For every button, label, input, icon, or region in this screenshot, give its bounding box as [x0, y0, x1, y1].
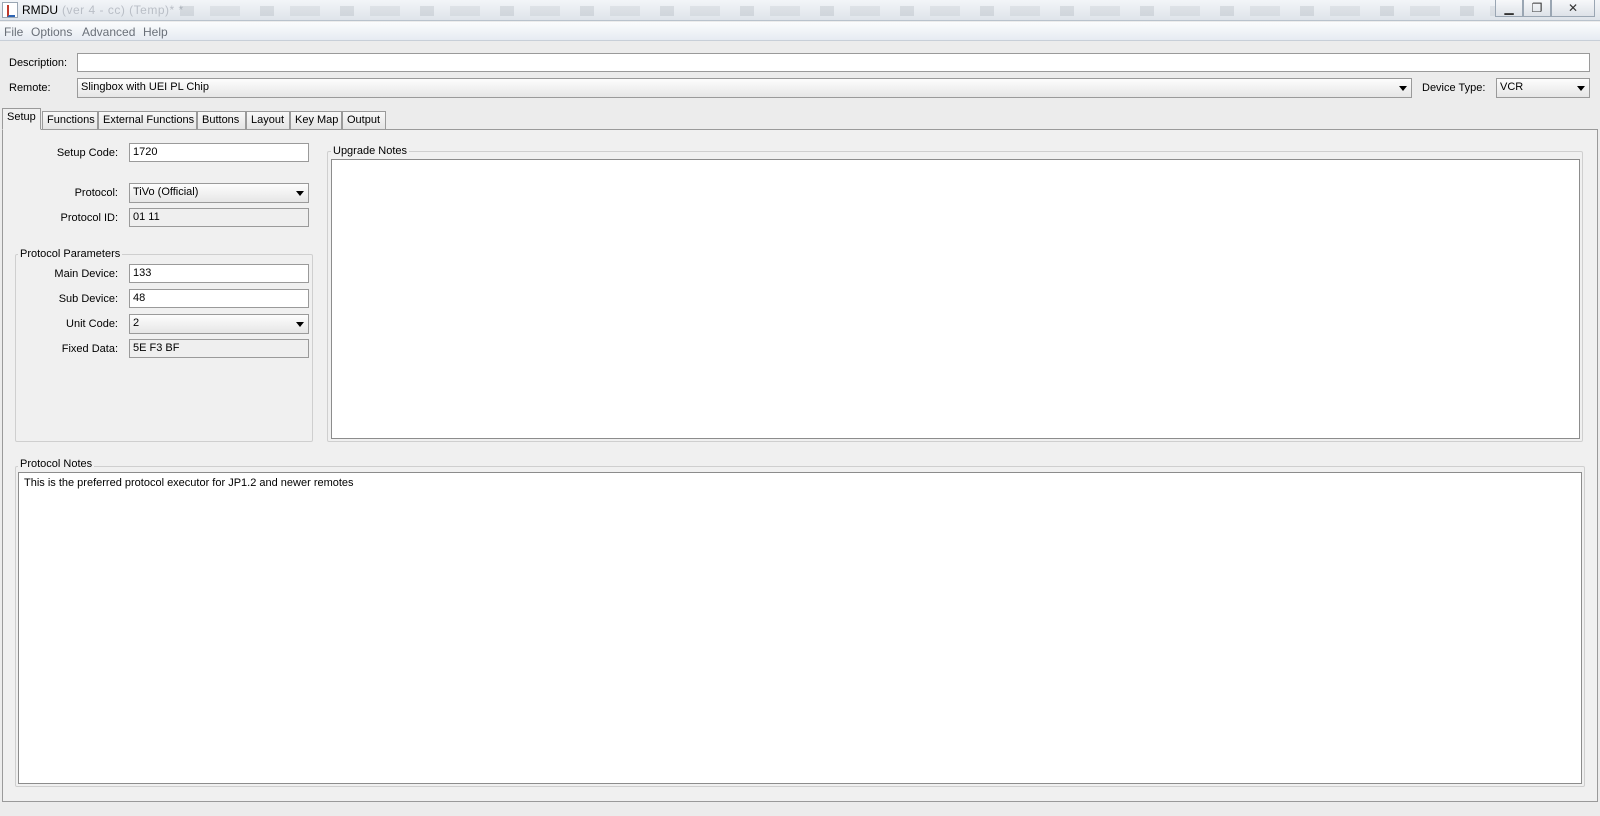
fixed-data-label: Fixed Data: — [61, 343, 118, 355]
minimize-button[interactable]: ▁ — [1495, 0, 1523, 17]
unit-code-label: Unit Code: — [66, 318, 118, 330]
tab-layout[interactable]: Layout — [246, 111, 290, 129]
setup-code-field[interactable]: 1720 — [129, 143, 309, 162]
chevron-down-icon — [296, 322, 304, 327]
close-button[interactable]: ✕ — [1551, 0, 1595, 17]
protocol-select[interactable]: TiVo (Official) — [129, 183, 309, 203]
maximize-button[interactable]: ❐ — [1523, 0, 1551, 17]
main-device-label: Main Device: — [54, 268, 118, 280]
device-type-label: Device Type: — [1422, 82, 1486, 94]
chevron-down-icon — [1577, 86, 1585, 91]
protocol-notes-title: Protocol Notes — [18, 458, 95, 470]
tab-output[interactable]: Output — [342, 111, 386, 129]
menu-help[interactable]: Help — [143, 25, 168, 39]
device-type-select-value: VCR — [1500, 81, 1524, 93]
protocol-parameters-title: Protocol Parameters — [18, 248, 123, 260]
protocol-label: Protocol: — [74, 187, 118, 199]
window-subtitle: (ver 4 - cc) (Temp)* * — [62, 3, 184, 17]
remote-label: Remote: — [9, 82, 51, 94]
tab-setup[interactable]: Setup — [2, 108, 41, 130]
protocol-notes-textarea[interactable]: This is the preferred protocol executor … — [18, 472, 1582, 784]
fixed-data-field: 5E F3 BF — [129, 339, 309, 358]
main-device-field[interactable]: 133 — [129, 264, 309, 283]
chevron-down-icon — [1399, 86, 1407, 91]
remote-select[interactable]: Slingbox with UEI PL Chip — [77, 78, 1412, 98]
unit-code-select[interactable]: 2 — [129, 314, 309, 334]
tab-external-functions[interactable]: External Functions — [98, 111, 197, 129]
description-label: Description: — [9, 57, 68, 69]
close-icon: ✕ — [1567, 1, 1579, 15]
menu-file[interactable]: File — [4, 25, 23, 39]
sub-device-label: Sub Device: — [58, 293, 118, 305]
menu-options[interactable]: Options — [31, 25, 72, 39]
window-title: RMDU — [22, 3, 58, 17]
protocol-id-label: Protocol ID: — [60, 212, 118, 224]
device-type-select[interactable]: VCR — [1496, 78, 1590, 98]
tab-key-map[interactable]: Key Map — [290, 111, 342, 129]
remote-select-value: Slingbox with UEI PL Chip — [81, 81, 209, 93]
sub-device-field[interactable]: 48 — [129, 289, 309, 308]
maximize-icon: ❐ — [1531, 1, 1543, 15]
tab-functions[interactable]: Functions — [42, 111, 98, 129]
menu-bar: File Options Advanced Help — [0, 22, 1600, 41]
upgrade-notes-title: Upgrade Notes — [331, 145, 409, 157]
menu-advanced[interactable]: Advanced — [82, 25, 135, 39]
setup-code-label: Setup Code: — [56, 147, 118, 159]
unit-code-select-value: 2 — [133, 317, 140, 329]
protocol-id-field: 01 11 — [129, 208, 309, 227]
description-field[interactable] — [77, 53, 1590, 72]
app-java-icon — [2, 2, 18, 18]
protocol-select-value: TiVo (Official) — [133, 186, 199, 198]
title-bar-background — [180, 6, 1510, 16]
chevron-down-icon — [296, 191, 304, 196]
minimize-icon: ▁ — [1504, 1, 1514, 15]
title-bar: RMDU (ver 4 - cc) (Temp)* * ▁ ❐ ✕ — [0, 0, 1600, 21]
upgrade-notes-textarea[interactable] — [331, 159, 1580, 439]
tab-buttons[interactable]: Buttons — [197, 111, 246, 129]
